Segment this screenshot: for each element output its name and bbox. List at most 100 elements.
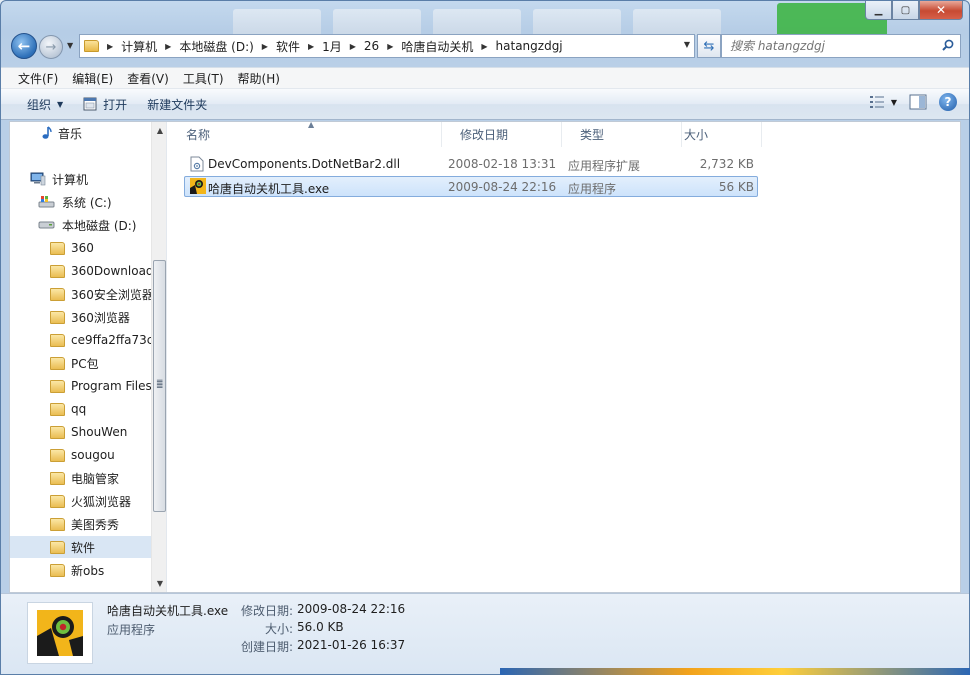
folder-icon [50, 517, 65, 531]
file-list: 名称 ▲ 修改日期 类型 大小 DevComponents.DotNetBar2… [168, 120, 960, 592]
refresh-button[interactable]: ⇆ [697, 34, 721, 58]
file-row[interactable]: DevComponents.DotNetBar2.dll 2008-02-18 … [184, 154, 758, 175]
back-button[interactable]: ← [11, 33, 37, 59]
maximize-button[interactable]: ▢ [892, 1, 919, 20]
nav-folder-firefox[interactable]: 火狐浏览器 [10, 490, 151, 512]
nav-folder-qq[interactable]: qq [10, 398, 151, 420]
nav-label: 360安全浏览器 [71, 287, 151, 302]
nav-folder-360[interactable]: 360 [10, 237, 151, 259]
folder-icon [50, 379, 65, 393]
folder-icon [50, 264, 65, 278]
file-date: 2008-02-18 13:31 [448, 157, 557, 171]
organize-button[interactable]: 组织 ▼ [17, 92, 73, 116]
chevron-right-icon[interactable]: ▶ [262, 42, 268, 51]
breadcrumb-hatang[interactable]: 哈唐自动关机 [401, 38, 473, 55]
menu-help[interactable]: 帮助(H) [231, 70, 287, 87]
breadcrumb-26[interactable]: 26 [364, 39, 379, 53]
address-dropdown-icon[interactable]: ▼ [684, 40, 690, 49]
hard-drive-icon [38, 221, 55, 229]
nav-item-drive-c[interactable]: 系统 (C:) [10, 191, 151, 213]
nav-label: PC包 [71, 356, 99, 371]
menu-edit[interactable]: 编辑(E) [65, 70, 120, 87]
music-icon [42, 126, 52, 139]
preview-pane-icon[interactable] [909, 94, 927, 110]
nav-folder-pc-manager[interactable]: 电脑管家 [10, 467, 151, 489]
nav-label: 360浏览器 [71, 310, 130, 325]
folder-icon [50, 494, 65, 508]
chevron-right-icon[interactable]: ▶ [481, 42, 487, 51]
breadcrumb-hatangzdgj[interactable]: hatangzdgj [496, 39, 563, 53]
computer-icon [30, 172, 46, 186]
nav-label: 新obs [71, 563, 105, 578]
change-view-button[interactable]: ▼ [869, 95, 897, 109]
nav-folder-360download[interactable]: 360Download [10, 260, 151, 282]
nav-folder-ce9ffa[interactable]: ce9ffa2ffa73c [10, 329, 151, 351]
scroll-down-icon[interactable]: ▼ [152, 575, 166, 592]
search-icon[interactable] [942, 39, 954, 51]
details-file-type: 应用程序 [107, 623, 156, 637]
close-button[interactable]: ✕ [919, 1, 963, 20]
folder-icon [50, 540, 65, 554]
nav-folder-pc-bag[interactable]: PC包 [10, 352, 151, 374]
nav-label: 火狐浏览器 [71, 494, 132, 509]
minimize-button[interactable]: ▁ [865, 1, 892, 20]
grip-icon: ═ ═ ═ [157, 377, 163, 393]
menu-tools[interactable]: 工具(T) [176, 70, 231, 87]
file-name: DevComponents.DotNetBar2.dll [208, 157, 401, 171]
breadcrumb-january[interactable]: 1月 [322, 38, 342, 55]
scroll-up-icon[interactable]: ▲ [152, 122, 166, 139]
chevron-right-icon[interactable]: ▶ [387, 42, 393, 51]
chevron-down-icon[interactable]: ▼ [891, 98, 897, 107]
search-input[interactable] [730, 39, 930, 53]
chevron-right-icon[interactable]: ▶ [308, 42, 314, 51]
breadcrumb-computer[interactable]: 计算机 [121, 38, 157, 55]
nav-folder-program-files[interactable]: Program Files [10, 375, 151, 397]
breadcrumb-drive-d[interactable]: 本地磁盘 (D:) [179, 38, 253, 55]
folder-icon [50, 425, 65, 439]
column-name[interactable]: 名称 ▲ [168, 120, 442, 147]
chevron-right-icon[interactable]: ▶ [165, 42, 171, 51]
nav-folder-shouwen[interactable]: ShouWen [10, 421, 151, 443]
details-size-value: 56.0 KB [297, 620, 344, 634]
nav-folder-sougou[interactable]: sougou [10, 444, 151, 466]
details-modified-label: 修改日期: [240, 604, 293, 618]
nav-folder-360-browser[interactable]: 360浏览器 [10, 306, 151, 328]
nav-folder-software[interactable]: 软件 [10, 536, 151, 558]
nav-label: 计算机 [52, 172, 89, 187]
nav-folder-meitu[interactable]: 美图秀秀 [10, 513, 151, 535]
dll-file-icon [190, 156, 204, 172]
breadcrumb-software[interactable]: 软件 [276, 38, 300, 55]
column-date[interactable]: 修改日期 [442, 122, 562, 147]
nav-item-computer[interactable]: 计算机 [10, 168, 151, 190]
chevron-right-icon[interactable]: ▶ [107, 42, 113, 51]
address-bar[interactable]: ▶ 计算机 ▶ 本地磁盘 (D:) ▶ 软件 ▶ 1月 ▶ 26 ▶ 哈唐自动关… [79, 34, 695, 58]
nav-folder-360-safe-browser[interactable]: 360安全浏览器 [10, 283, 151, 305]
new-folder-button[interactable]: 新建文件夹 [137, 92, 217, 116]
file-row[interactable]: 哈唐自动关机工具.exe 2009-08-24 22:16 应用程序 56 KB [184, 176, 758, 197]
column-size[interactable]: 大小 [682, 122, 762, 147]
nav-label: sougou [71, 448, 115, 462]
nav-item-music[interactable]: 音乐 [10, 122, 151, 144]
view-details-icon [869, 96, 884, 108]
nav-scrollbar[interactable]: ▲ ═ ═ ═ ▼ [151, 122, 166, 592]
command-toolbar: 组织 ▼ 打开 新建文件夹 ▼ ? [1, 89, 969, 120]
forward-button[interactable]: → [39, 35, 63, 59]
details-modified-value: 2009-08-24 22:16 [297, 602, 406, 616]
scrollbar-thumb[interactable]: ═ ═ ═ [153, 260, 166, 512]
menu-file[interactable]: 文件(F) [11, 70, 65, 87]
column-type[interactable]: 类型 [562, 122, 682, 147]
chevron-right-icon[interactable]: ▶ [350, 42, 356, 51]
recent-pages-dropdown[interactable]: ▼ [67, 41, 73, 50]
column-date-label: 修改日期 [460, 128, 509, 142]
search-box[interactable] [721, 34, 961, 58]
nav-label: qq [71, 402, 87, 416]
nav-label: 360 [71, 241, 94, 255]
nav-folder-new-obs[interactable]: 新obs [10, 559, 151, 581]
help-icon[interactable]: ? [939, 93, 957, 111]
open-button[interactable]: 打开 [73, 92, 137, 116]
file-name: 哈唐自动关机工具.exe [208, 182, 330, 196]
open-label: 打开 [103, 97, 128, 112]
nav-item-drive-d[interactable]: 本地磁盘 (D:) [10, 214, 151, 236]
details-size-label: 大小: [264, 622, 293, 636]
menu-view[interactable]: 查看(V) [120, 70, 176, 87]
